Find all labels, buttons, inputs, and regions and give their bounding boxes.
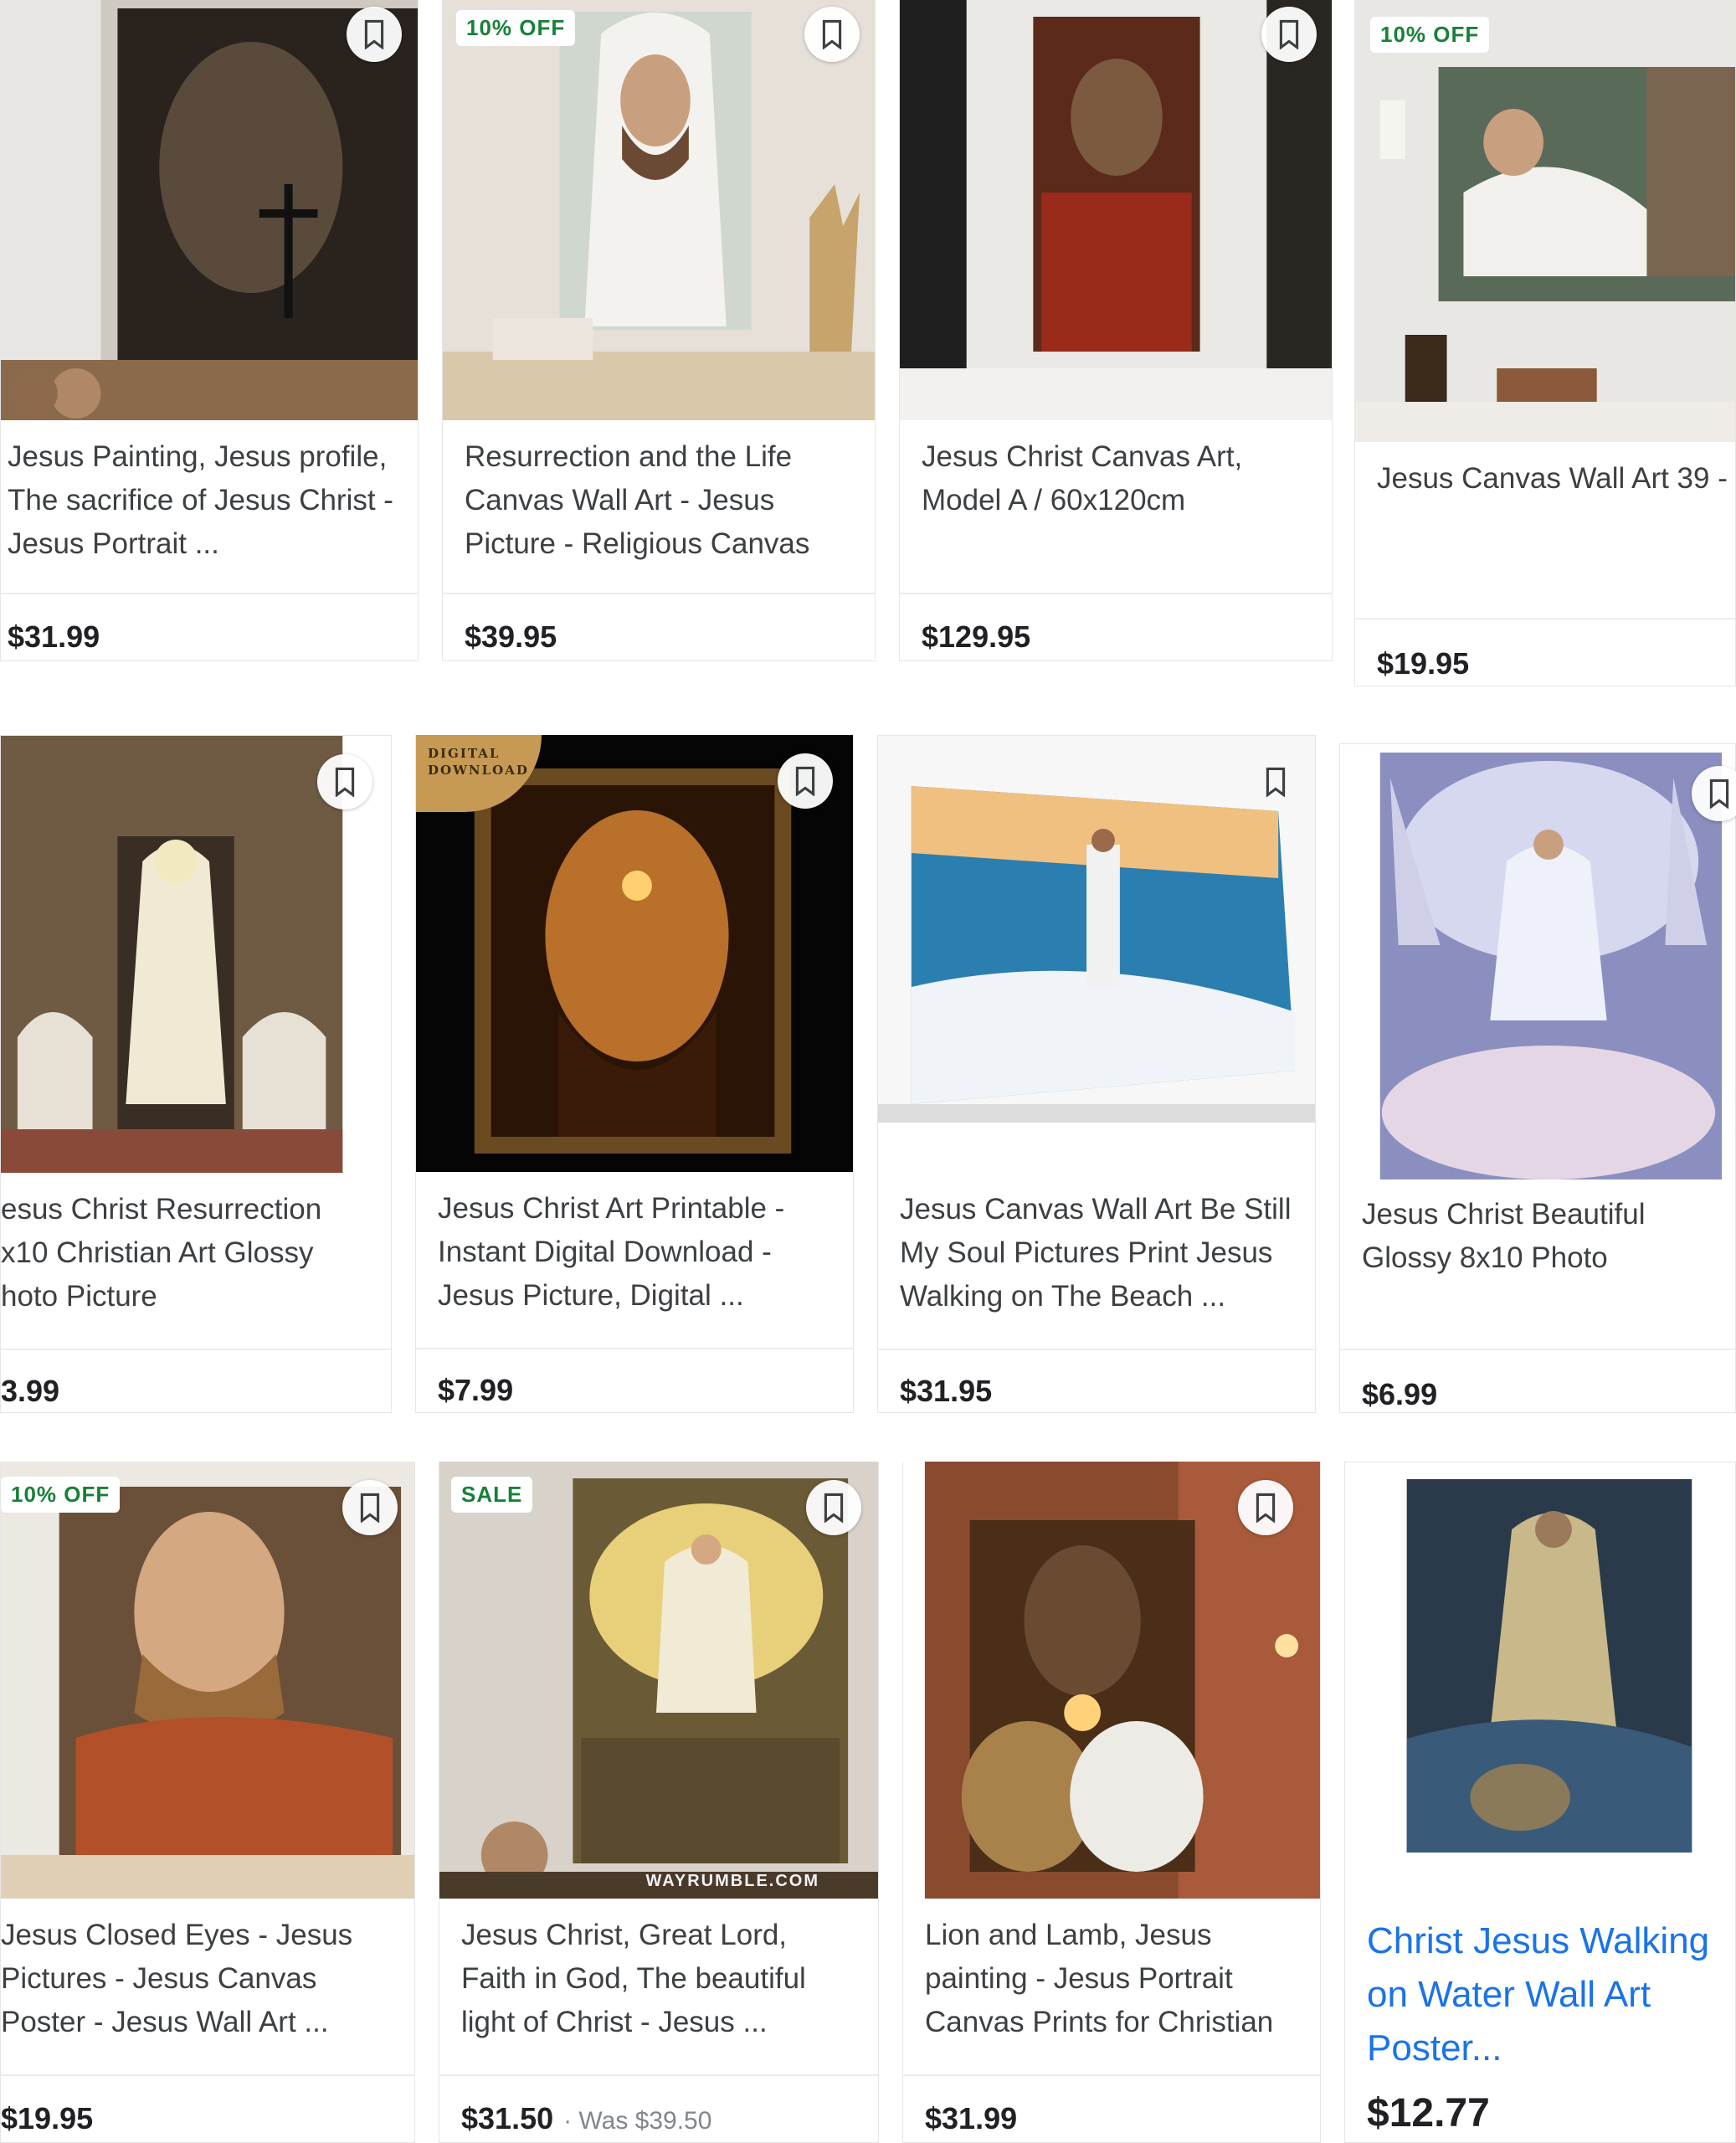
product-title-link[interactable]: Christ Jesus Walking on Water Wall Art P… <box>1367 1914 1715 2075</box>
product-card[interactable]: Jesus Christ Beautiful Glossy 8x10 Photo… <box>1339 743 1736 1413</box>
bookmark-button[interactable] <box>317 754 372 809</box>
featured-product-card[interactable]: Christ Jesus Walking on Water Wall Art P… <box>1344 1462 1736 2143</box>
divider <box>1340 1349 1735 1350</box>
product-image[interactable] <box>443 0 875 420</box>
product-price: 3.99 <box>1 1374 60 1408</box>
bookmark-icon <box>1709 779 1729 809</box>
product-price: $31.99 <box>925 2101 1018 2135</box>
divider <box>1 2074 414 2076</box>
product-card[interactable]: 10% OFF Jesus Closed Eyes - Jesus Pictur… <box>0 1462 415 2143</box>
product-image[interactable] <box>439 1462 878 1899</box>
product-card[interactable]: Jesus Canvas Wall Art Be Still My Soul P… <box>877 735 1316 1413</box>
product-price: $31.95 <box>900 1374 993 1408</box>
bookmark-button[interactable] <box>1248 754 1303 809</box>
product-card[interactable]: Jesus Christ Canvas Art, Model A / 60x12… <box>899 0 1333 661</box>
discount-badge: 10% OFF <box>456 10 576 46</box>
bookmark-icon <box>1279 19 1299 49</box>
bookmark-button[interactable] <box>806 1480 861 1535</box>
product-price: $31.99 <box>8 619 100 654</box>
bookmark-icon <box>822 19 842 49</box>
product-price: $31.50 · Was $39.50 <box>461 2101 711 2136</box>
product-title[interactable]: Resurrection and the Life Canvas Wall Ar… <box>465 435 855 566</box>
product-card[interactable]: Lion and Lamb, Jesus painting - Jesus Po… <box>902 1462 1321 2143</box>
discount-badge: 10% OFF <box>1370 17 1490 53</box>
divider <box>1 593 418 594</box>
divider <box>416 1348 853 1349</box>
product-image[interactable] <box>1340 744 1735 1181</box>
product-card[interactable]: Jesus Painting, Jesus profile, The sacri… <box>0 0 419 661</box>
bookmark-icon <box>1256 1493 1276 1523</box>
product-image[interactable] <box>1345 1462 1735 1873</box>
product-image[interactable] <box>900 0 1332 420</box>
product-price: $19.95 <box>1 2101 94 2135</box>
product-card[interactable]: WAYRUMBLE.COM SALE Jesus Christ, Great L… <box>439 1462 879 2143</box>
product-title[interactable]: Jesus Christ Canvas Art, Model A / 60x12… <box>922 435 1312 522</box>
product-card[interactable]: DIGITAL DOWNLOAD Jesus Christ Art Printa… <box>415 735 854 1413</box>
original-price: · Was $39.50 <box>563 2107 712 2135</box>
product-title[interactable]: Jesus Canvas Wall Art 39 - Jesus Canvas … <box>1377 457 1735 501</box>
bookmark-button[interactable] <box>1261 7 1317 62</box>
discount-badge: 10% OFF <box>1 1477 121 1513</box>
divider <box>439 2074 878 2076</box>
sale-badge: SALE <box>451 1477 533 1513</box>
divider <box>878 1349 1315 1350</box>
product-title[interactable]: esus Christ Resurrection x10 Christian A… <box>1 1188 371 1318</box>
bookmark-icon <box>360 1493 380 1523</box>
product-title[interactable]: Jesus Painting, Jesus profile, The sacri… <box>8 435 398 566</box>
divider <box>903 2074 1320 2076</box>
product-card[interactable]: 10% OFF Resurrection and the Life Canvas… <box>442 0 876 661</box>
product-title[interactable]: Jesus Christ Beautiful Glossy 8x10 Photo <box>1362 1193 1715 1280</box>
divider <box>1 1349 391 1350</box>
bookmark-icon <box>795 766 815 796</box>
product-price: $6.99 <box>1362 1377 1438 1411</box>
product-card[interactable]: esus Christ Resurrection x10 Christian A… <box>0 735 392 1413</box>
product-title[interactable]: Jesus Canvas Wall Art Be Still My Soul P… <box>900 1188 1295 1318</box>
product-price: $7.99 <box>438 1373 514 1407</box>
bookmark-button[interactable] <box>347 7 402 62</box>
product-image[interactable] <box>1 0 418 420</box>
product-title[interactable]: Jesus Closed Eyes - Jesus Pictures - Jes… <box>1 1914 394 2044</box>
product-title[interactable]: Lion and Lamb, Jesus painting - Jesus Po… <box>925 1914 1300 2044</box>
bookmark-icon <box>1266 767 1286 797</box>
product-price: $19.95 <box>1377 646 1470 681</box>
bookmark-icon <box>824 1493 844 1523</box>
bookmark-button[interactable] <box>342 1480 398 1535</box>
product-image[interactable] <box>878 736 1315 1123</box>
product-price: $39.95 <box>465 619 557 654</box>
divider <box>1355 618 1735 619</box>
product-price: $129.95 <box>922 619 1031 654</box>
product-title[interactable]: Jesus Christ, Great Lord, Faith in God, … <box>461 1914 858 2044</box>
image-watermark: WAYRUMBLE.COM <box>645 1872 819 1890</box>
divider <box>443 593 875 594</box>
bookmark-icon <box>364 19 384 49</box>
divider <box>900 593 1332 594</box>
product-card[interactable]: 10% OFF Jesus Canvas Wall Art 39 - Jesus… <box>1354 0 1736 686</box>
product-title[interactable]: Jesus Christ Art Printable - Instant Dig… <box>438 1187 833 1318</box>
bookmark-icon <box>335 767 355 797</box>
bookmark-button[interactable] <box>778 753 833 809</box>
sale-price: $31.50 <box>461 2101 554 2135</box>
product-price: $12.77 <box>1367 2091 1490 2135</box>
bookmark-button[interactable] <box>1238 1480 1293 1535</box>
bookmark-button[interactable] <box>804 7 860 62</box>
product-image[interactable] <box>1355 0 1735 442</box>
